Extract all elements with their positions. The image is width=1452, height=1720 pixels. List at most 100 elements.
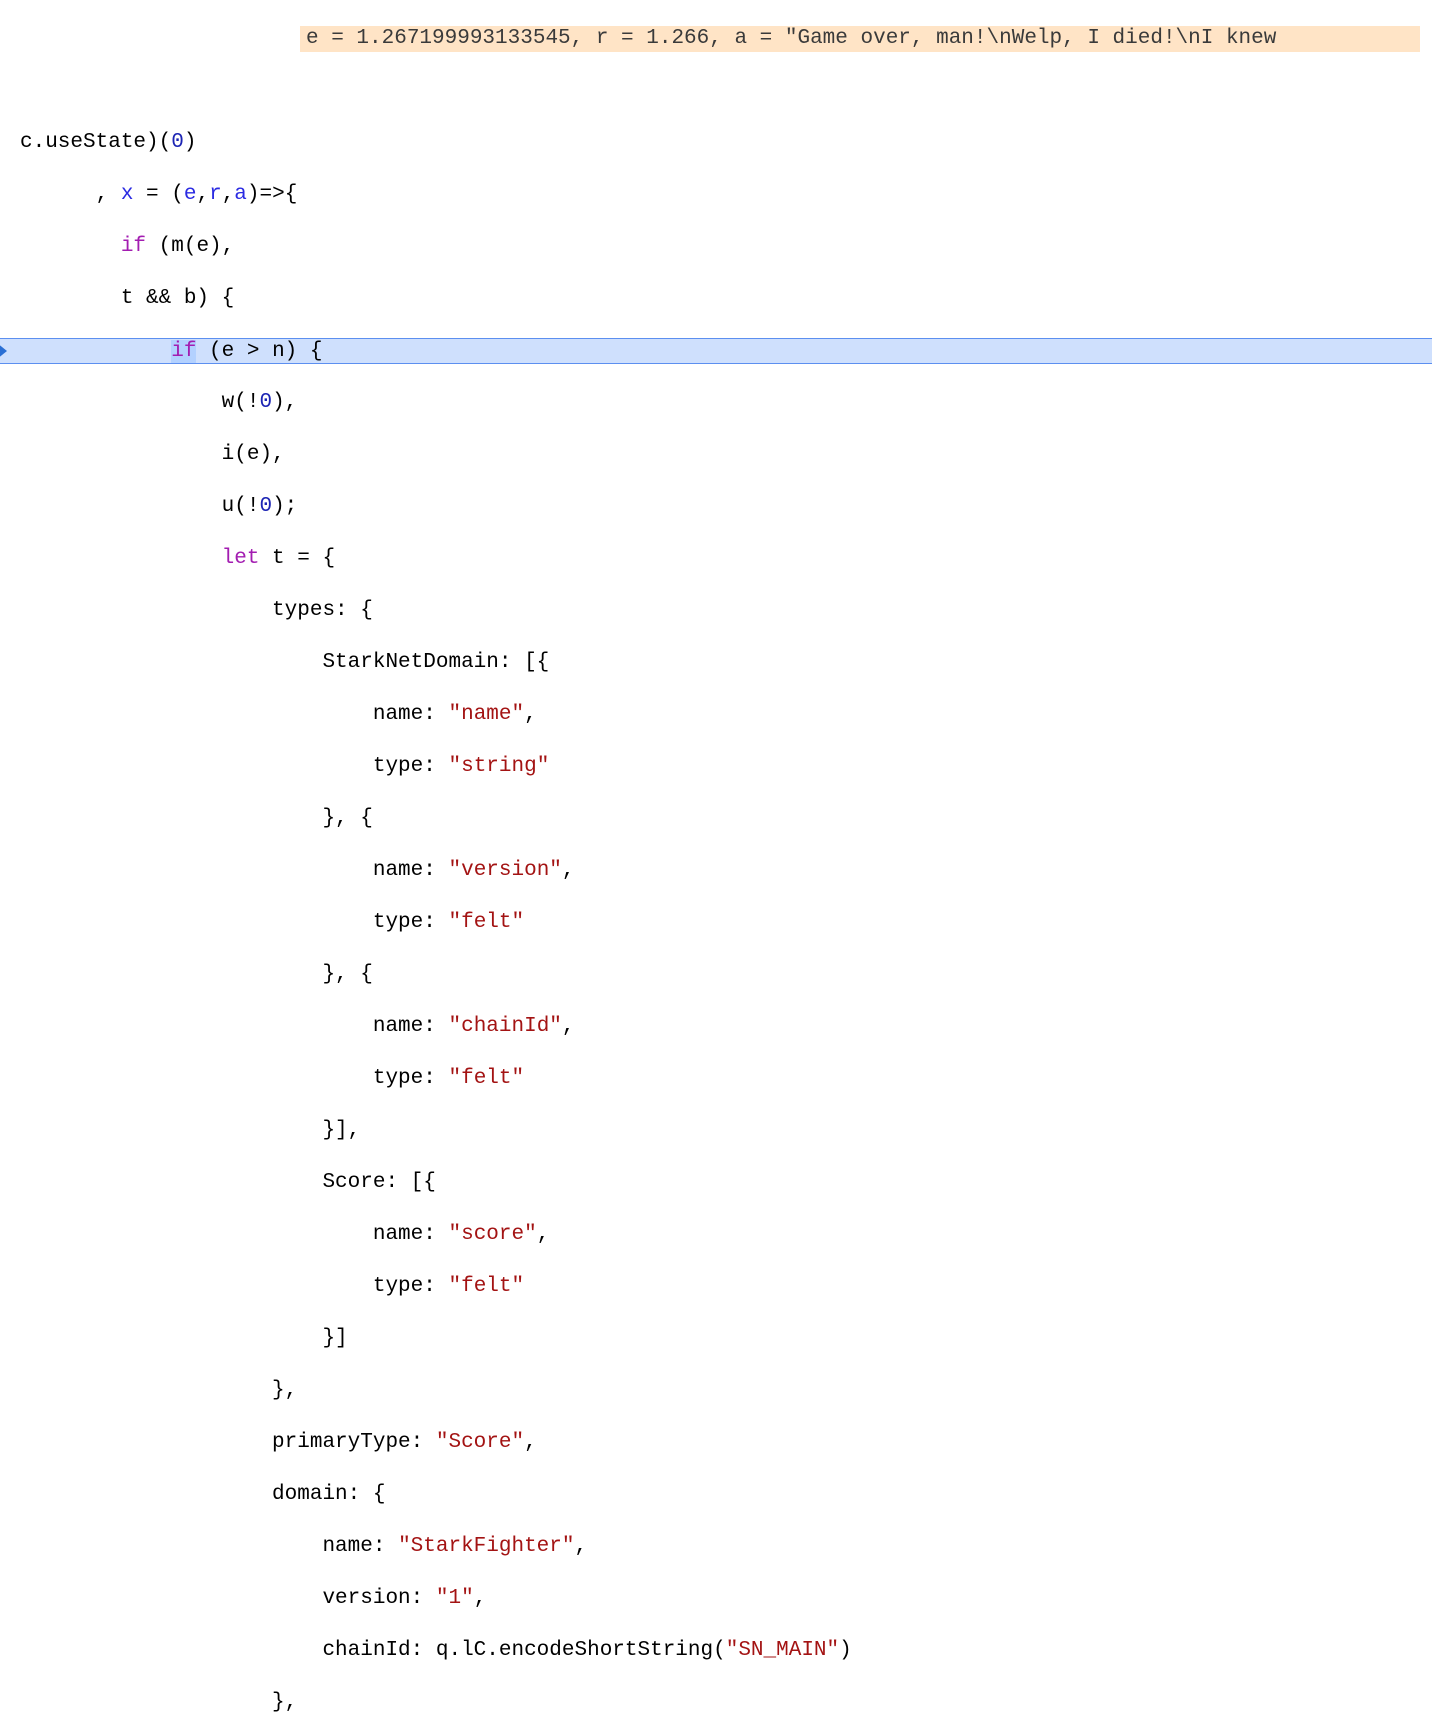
keyword-selected: if <box>171 340 196 363</box>
code-text: (m(e), <box>146 235 234 258</box>
code-text: = ( <box>133 183 183 206</box>
string-literal: "felt" <box>448 911 524 934</box>
code-line[interactable]: c.useState)(0) <box>20 130 1452 156</box>
code-line[interactable]: , x = (e,r,a)=>{ <box>20 182 1452 208</box>
code-text: type: <box>20 1275 448 1298</box>
code-text: , <box>20 183 121 206</box>
code-text: )=>{ <box>247 183 297 206</box>
code-line[interactable]: type: "felt" <box>20 1274 1452 1300</box>
string-literal: "felt" <box>448 1275 524 1298</box>
code-line[interactable]: name: "StarkFighter", <box>20 1534 1452 1560</box>
code-line[interactable]: type: "string" <box>20 754 1452 780</box>
code-text: u(! <box>20 495 259 518</box>
code-text: }], <box>20 1119 360 1142</box>
code-text: , <box>474 1587 487 1610</box>
code-editor[interactable]: c.useState)(0) , x = (e,r,a)=>{ if (m(e)… <box>0 104 1452 1720</box>
code-text: ) <box>839 1639 852 1662</box>
variable: x <box>121 183 134 206</box>
code-line[interactable]: u(!0); <box>20 494 1452 520</box>
param: r <box>209 183 222 206</box>
code-text: , <box>524 703 537 726</box>
string-literal: "StarkFighter" <box>398 1535 574 1558</box>
code-text: type: <box>20 755 448 778</box>
code-line[interactable]: version: "1", <box>20 1586 1452 1612</box>
keyword: if <box>121 235 146 258</box>
code-line[interactable]: }], <box>20 1118 1452 1144</box>
code-line[interactable]: types: { <box>20 598 1452 624</box>
code-text: name: <box>20 1015 448 1038</box>
code-line[interactable]: if (m(e), <box>20 234 1452 260</box>
code-text: ) <box>184 131 197 154</box>
code-line[interactable]: name: "chainId", <box>20 1014 1452 1040</box>
code-text: , <box>537 1223 550 1246</box>
code-line[interactable]: }, <box>20 1690 1452 1716</box>
code-text: }, <box>20 1691 297 1714</box>
code-line[interactable]: domain: { <box>20 1482 1452 1508</box>
string-literal: "string" <box>448 755 549 778</box>
code-line[interactable]: w(!0), <box>20 390 1452 416</box>
code-line[interactable]: }, { <box>20 962 1452 988</box>
param: a <box>234 183 247 206</box>
code-text: type: <box>20 1067 448 1090</box>
string-literal: "name" <box>448 703 524 726</box>
code-text: t = { <box>259 547 335 570</box>
code-line[interactable]: type: "felt" <box>20 1066 1452 1092</box>
string-literal: "1" <box>436 1587 474 1610</box>
code-text: , <box>524 1431 537 1454</box>
debugger-inline-values: e = 1.267199993133545, r = 1.266, a = "G… <box>300 26 1420 52</box>
param: e <box>184 183 197 206</box>
code-line[interactable]: }, { <box>20 806 1452 832</box>
number-literal: 0 <box>259 495 272 518</box>
code-line[interactable]: }, <box>20 1378 1452 1404</box>
code-text: , <box>562 859 575 882</box>
number-literal: 0 <box>171 131 184 154</box>
code-text: StarkNetDomain: [{ <box>20 651 549 674</box>
code-text: domain: { <box>20 1483 385 1506</box>
string-literal: "felt" <box>448 1067 524 1090</box>
code-line[interactable]: name: "score", <box>20 1222 1452 1248</box>
code-line[interactable]: name: "version", <box>20 858 1452 884</box>
code-text: (e > n) { <box>196 340 322 363</box>
code-line[interactable]: type: "felt" <box>20 910 1452 936</box>
code-text: , <box>562 1015 575 1038</box>
code-line[interactable]: Score: [{ <box>20 1170 1452 1196</box>
code-text: Score: [{ <box>20 1171 436 1194</box>
code-text: , <box>196 183 209 206</box>
code-text: }, <box>20 1379 297 1402</box>
code-line[interactable]: primaryType: "Score", <box>20 1430 1452 1456</box>
code-text: chainId: q.lC.encodeShortString( <box>20 1639 726 1662</box>
code-text: }, { <box>20 963 373 986</box>
code-line[interactable]: name: "name", <box>20 702 1452 728</box>
code-line[interactable]: t && b) { <box>20 286 1452 312</box>
code-text: i(e), <box>20 443 285 466</box>
code-text: type: <box>20 911 448 934</box>
code-line[interactable]: StarkNetDomain: [{ <box>20 650 1452 676</box>
code-text: name: <box>20 1535 398 1558</box>
string-literal: "score" <box>448 1223 536 1246</box>
code-text <box>20 235 121 258</box>
code-line[interactable]: chainId: q.lC.encodeShortString("SN_MAIN… <box>20 1638 1452 1664</box>
code-text: , <box>575 1535 588 1558</box>
code-text: t && b) { <box>20 287 234 310</box>
number-literal: 0 <box>259 391 272 414</box>
current-execution-line[interactable]: if (e > n) { <box>0 338 1432 364</box>
code-text: name: <box>20 859 448 882</box>
code-text: ), <box>272 391 297 414</box>
string-literal: "chainId" <box>448 1015 561 1038</box>
string-literal: "SN_MAIN" <box>726 1639 839 1662</box>
code-line[interactable]: }] <box>20 1326 1452 1352</box>
code-text: , <box>222 183 235 206</box>
code-text: version: <box>20 1587 436 1610</box>
keyword: let <box>222 547 260 570</box>
code-text: types: { <box>20 599 373 622</box>
execution-pointer-icon <box>0 343 7 359</box>
code-text: primaryType: <box>20 1431 436 1454</box>
code-line[interactable]: i(e), <box>20 442 1452 468</box>
code-text: c.useState)( <box>20 131 171 154</box>
code-text <box>20 547 222 570</box>
code-line[interactable]: let t = { <box>20 546 1452 572</box>
code-text: ); <box>272 495 297 518</box>
code-text: name: <box>20 1223 448 1246</box>
code-text: }, { <box>20 807 373 830</box>
string-literal: "version" <box>448 859 561 882</box>
